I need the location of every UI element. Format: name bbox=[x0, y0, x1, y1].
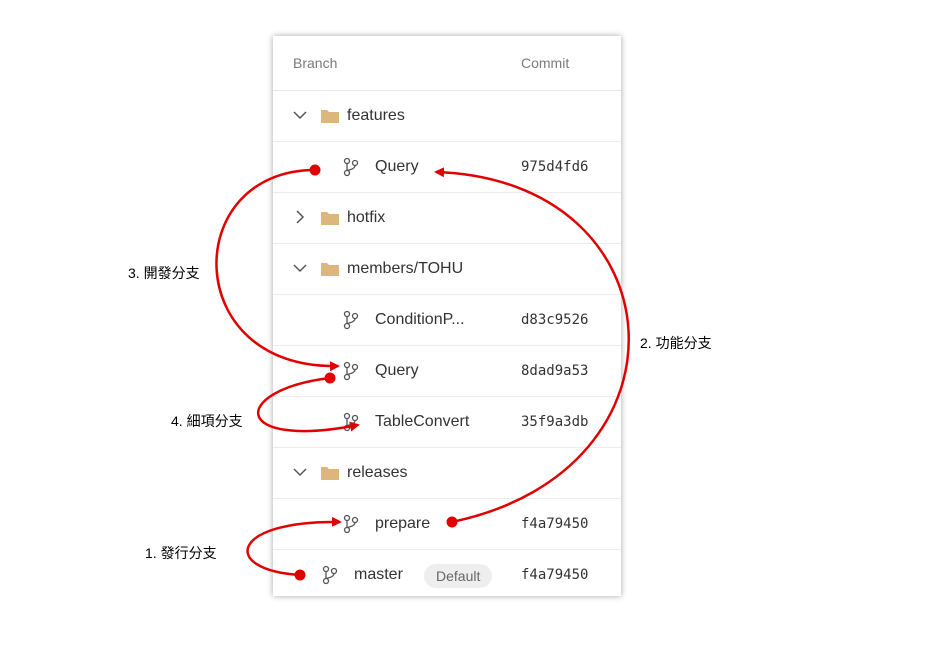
arrow-release-dot bbox=[294, 569, 306, 581]
note-release: 1. 發行分支 bbox=[145, 545, 217, 561]
arrow-feature-dot bbox=[446, 516, 458, 528]
note-feature: 2. 功能分支 bbox=[640, 335, 712, 351]
note-detail: 4. 細項分支 bbox=[171, 413, 243, 429]
arrow-detail bbox=[257, 376, 360, 433]
arrow-detail-dot bbox=[324, 372, 336, 384]
arrow-feature bbox=[434, 167, 630, 524]
arrow-develop-dot bbox=[309, 164, 321, 176]
annotation-arrows bbox=[215, 164, 630, 581]
note-develop: 3. 開發分支 bbox=[128, 265, 200, 281]
arrow-develop bbox=[215, 168, 340, 372]
arrow-release bbox=[246, 516, 342, 577]
